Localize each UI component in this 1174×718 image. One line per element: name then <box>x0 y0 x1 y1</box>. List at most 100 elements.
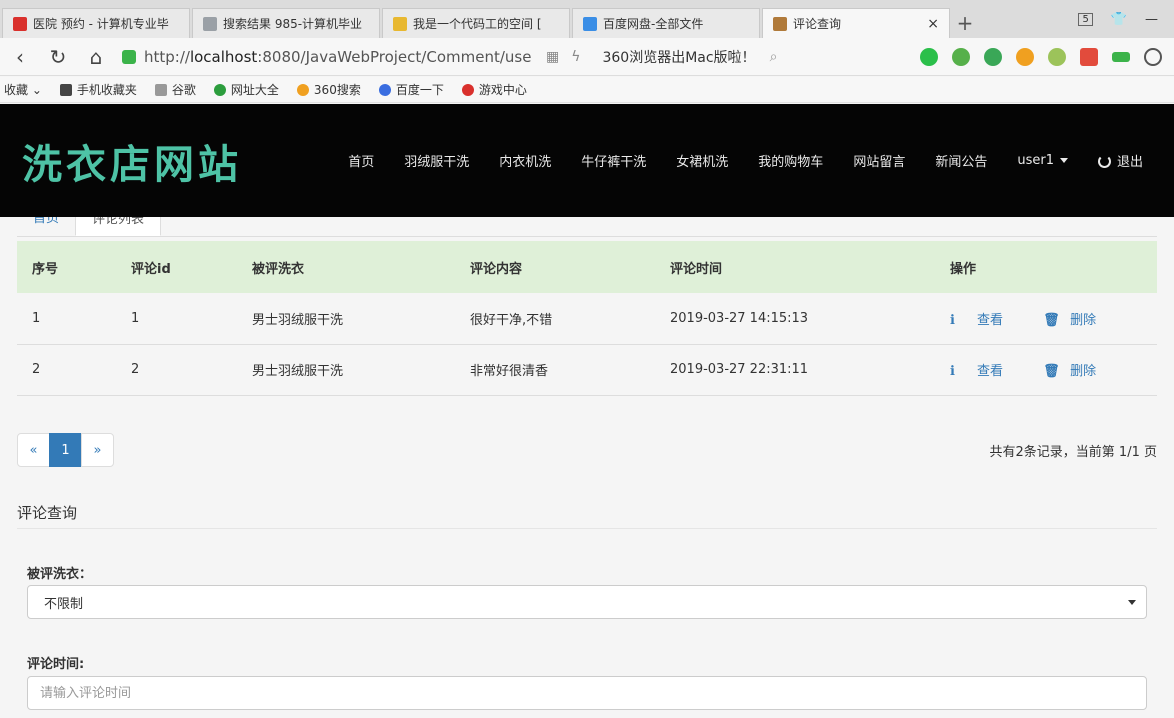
prev-page-button[interactable]: « <box>17 433 50 467</box>
window-count-badge[interactable]: 5 <box>1078 12 1093 26</box>
shirt-icon[interactable]: 👕 <box>1111 12 1127 27</box>
battery-icon[interactable] <box>1112 51 1130 62</box>
page-icon <box>154 83 167 96</box>
browser-tab[interactable]: 搜索结果 985-计算机毕业 <box>192 8 380 38</box>
main-menu: 首页 羽绒服干洗 内衣机洗 牛仔裤干洗 女裙机洗 我的购物车 网站留言 新闻公告… <box>333 151 1174 170</box>
cell-actions: ℹ 查看 🗑 删除 <box>935 293 1157 345</box>
bookmark-item[interactable]: 游戏中心 <box>461 81 527 98</box>
browser-tab-active[interactable]: 评论查询 × <box>762 8 950 38</box>
dropdown-arrow-icon <box>1128 599 1136 605</box>
trash-icon: 🗑 <box>1043 312 1060 328</box>
delete-link[interactable]: 🗑 删除 <box>1043 313 1114 328</box>
trash-icon: 🗑 <box>1043 364 1060 379</box>
undo-icon[interactable] <box>1144 47 1162 66</box>
bookmark-item[interactable]: 网址大全 <box>213 81 279 98</box>
delete-link[interactable]: 🗑 删除 <box>1043 364 1114 379</box>
pagination: « 1 » <box>17 433 114 467</box>
paw-icon <box>378 83 391 96</box>
item-filter-label: 被评洗衣： <box>27 567 93 582</box>
sub-tabs: 首页 评论列表 <box>17 217 1157 237</box>
cell-time: 2019-03-27 14:15:13 <box>655 293 935 345</box>
address-bar: ‹ ↻ ⌂ http://localhost:8080/JavaWebProje… <box>0 38 1174 76</box>
table-row: 2 2 男士羽绒服干洗 非常好很清香 2019-03-27 22:31:11 ℹ… <box>17 344 1157 396</box>
360-search-icon <box>296 83 309 96</box>
nav-skirt[interactable]: 女裙机洗 <box>661 151 743 170</box>
url-path: :8080/JavaWebProject/Comment/userFror <box>257 47 532 66</box>
bookmark-item[interactable]: 手机收藏夹 <box>59 81 137 98</box>
game-icon <box>461 83 474 96</box>
nav-down-jacket[interactable]: 羽绒服干洗 <box>389 151 484 170</box>
cell-no: 2 <box>17 344 116 396</box>
site-navbar: 洗衣店网站 首页 羽绒服干洗 内衣机洗 牛仔裤干洗 女裙机洗 我的购物车 网站留… <box>0 104 1174 217</box>
search-icon[interactable]: ⌕ <box>770 49 778 65</box>
view-link[interactable]: ℹ 查看 <box>950 313 1021 328</box>
nav-jeans[interactable]: 牛仔裤干洗 <box>566 151 661 170</box>
back-icon[interactable]: ‹ <box>8 45 32 69</box>
lightning-icon[interactable]: ϟ <box>571 49 580 65</box>
cell-item: 男士羽绒服干洗 <box>237 344 455 396</box>
main-content: 首页 评论列表 序号 评论id 被评洗衣 评论内容 评论时间 操作 1 1 男士… <box>17 217 1157 710</box>
cell-actions: ℹ 查看 🗑 删除 <box>935 344 1157 396</box>
item-filter-select[interactable]: 不限制 <box>27 585 1147 619</box>
cell-content: 非常好很清香 <box>455 344 655 396</box>
bookmark-favorites[interactable]: 收藏 ⌄ <box>4 81 42 98</box>
new-tab-button[interactable]: + <box>950 8 980 38</box>
coin-icon[interactable] <box>1016 47 1034 66</box>
url-field[interactable]: http://localhost:8080/JavaWebProject/Com… <box>122 48 532 66</box>
nav-underwear[interactable]: 内衣机洗 <box>484 151 566 170</box>
page-1-button[interactable]: 1 <box>49 433 82 467</box>
query-section-title: 评论查询 <box>17 504 78 522</box>
qr-code-icon[interactable]: ▦ <box>546 49 559 65</box>
browser-tab[interactable]: 医院 预约 - 计算机专业毕 <box>2 8 190 38</box>
scissors-icon[interactable] <box>952 47 970 66</box>
refresh-icon[interactable]: ↻ <box>46 45 70 69</box>
time-filter-input[interactable] <box>27 676 1147 710</box>
col-no: 序号 <box>17 241 116 293</box>
col-item: 被评洗衣 <box>237 241 455 293</box>
col-id: 评论id <box>116 241 237 293</box>
col-actions: 操作 <box>935 241 1157 293</box>
power-icon <box>1097 155 1111 168</box>
info-icon: ℹ <box>950 312 955 328</box>
pagination-row: « 1 » 共有2条记录，当前第 1/1 页 <box>17 433 1157 467</box>
bookmark-item[interactable]: 谷歌 <box>154 81 196 98</box>
tab-favicon-icon <box>583 16 597 31</box>
nav-cart[interactable]: 我的购物车 <box>743 151 838 170</box>
nav-home[interactable]: 首页 <box>333 151 389 170</box>
site-brand[interactable]: 洗衣店网站 <box>22 132 242 190</box>
cell-id: 1 <box>116 293 237 345</box>
user-dropdown[interactable]: user1 <box>1002 153 1083 168</box>
nav-news[interactable]: 新闻公告 <box>920 151 1002 170</box>
view-link[interactable]: ℹ 查看 <box>950 364 1021 379</box>
globe-icon <box>213 83 226 96</box>
tab-favicon-icon <box>393 16 407 31</box>
minimize-icon[interactable]: — <box>1145 12 1158 27</box>
nav-messages[interactable]: 网站留言 <box>838 151 920 170</box>
chat-icon[interactable] <box>1048 47 1066 66</box>
cell-item: 男士羽绒服干洗 <box>237 293 455 345</box>
info-icon: ℹ <box>950 364 955 379</box>
tab-favicon-icon <box>13 16 27 31</box>
tab-comment-list[interactable]: 评论列表 <box>75 217 162 236</box>
bookmark-item[interactable]: 360搜索 <box>296 81 361 98</box>
browser-tab[interactable]: 百度网盘-全部文件 <box>572 8 760 38</box>
browser-tab-bar: 医院 预约 - 计算机专业毕 搜索结果 985-计算机毕业 我是一个代码工的空间… <box>0 0 1174 38</box>
browser-tab[interactable]: 我是一个代码工的空间 [ <box>382 8 570 38</box>
cell-content: 很好干净,不错 <box>455 293 655 345</box>
translate-icon[interactable] <box>984 47 1002 66</box>
logout-link[interactable]: 退出 <box>1083 151 1158 170</box>
table-header-row: 序号 评论id 被评洗衣 评论内容 评论时间 操作 <box>17 241 1157 293</box>
tab-favicon-icon <box>773 16 787 31</box>
bookmarks-bar: 收藏 ⌄ 手机收藏夹 谷歌 网址大全 360搜索 百度一下 游戏中心 <box>0 77 1174 103</box>
tab-home[interactable]: 首页 <box>17 217 75 236</box>
home-icon[interactable]: ⌂ <box>84 45 108 69</box>
phone-icon <box>59 83 72 96</box>
news-ticker[interactable]: 360浏览器出Mac版啦！ <box>602 47 755 67</box>
next-page-button[interactable]: » <box>81 433 114 467</box>
record-summary: 共有2条记录，当前第 1/1 页 <box>989 444 1157 460</box>
bookmark-item[interactable]: 百度一下 <box>378 81 444 98</box>
tab-close-icon[interactable]: × <box>927 16 939 32</box>
extensions-bar <box>920 47 1174 66</box>
apps-icon[interactable] <box>1080 47 1098 66</box>
extension-icon[interactable] <box>920 47 938 66</box>
